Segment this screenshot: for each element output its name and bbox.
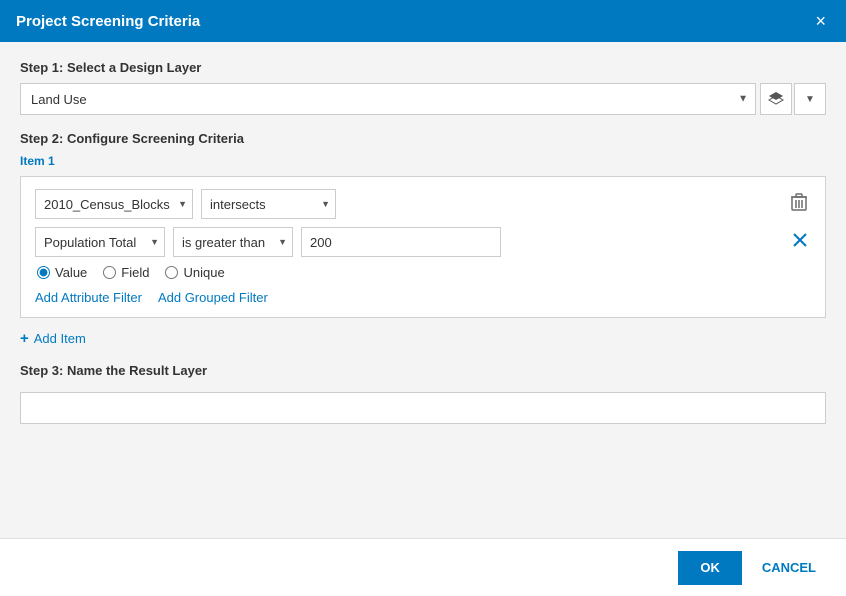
radio-field-label: Field [121, 265, 149, 280]
dialog: Project Screening Criteria × Step 1: Sel… [0, 0, 846, 596]
radio-unique-input[interactable] [165, 266, 178, 279]
radio-value-label: Value [55, 265, 87, 280]
ok-button[interactable]: OK [678, 551, 742, 585]
add-item-button[interactable]: + Add Item [20, 330, 86, 347]
operator-select-2[interactable]: is greater than is less than equals is n… [173, 227, 293, 257]
value-input[interactable] [301, 227, 501, 257]
radio-row: Value Field Unique [37, 265, 811, 280]
dialog-header: Project Screening Criteria × [0, 0, 846, 42]
add-attribute-filter-button[interactable]: Add Attribute Filter [35, 290, 142, 305]
filter-row-2: Population Total is greater than is less… [35, 227, 811, 257]
step3-section: Step 3: Name the Result Layer [20, 363, 826, 424]
step2-label: Step 2: Configure Screening Criteria [20, 131, 826, 146]
step3-label: Step 3: Name the Result Layer [20, 363, 826, 378]
step1-section: Step 1: Select a Design Layer Land Use P… [20, 60, 826, 115]
filter-row-1: 2010_Census_Blocks intersects does not i… [35, 189, 811, 219]
close-x-icon [793, 233, 807, 247]
item-label: Item 1 [20, 154, 826, 168]
radio-value[interactable]: Value [37, 265, 87, 280]
add-item-row: + Add Item [20, 330, 826, 347]
layer-select[interactable]: Land Use Parcels Roads [20, 83, 756, 115]
field-select-1[interactable]: 2010_Census_Blocks [35, 189, 193, 219]
field-select-2[interactable]: Population Total [35, 227, 165, 257]
field-select-wrapper-2: Population Total [35, 227, 165, 257]
field-select-wrapper-1: 2010_Census_Blocks [35, 189, 193, 219]
remove-filter-button[interactable] [789, 231, 811, 253]
radio-unique-label: Unique [183, 265, 224, 280]
step1-label: Step 1: Select a Design Layer [20, 60, 826, 75]
step1-row: Land Use Parcels Roads ▼ [20, 83, 826, 115]
add-grouped-filter-button[interactable]: Add Grouped Filter [158, 290, 268, 305]
trash-icon [791, 193, 807, 211]
layer-icon-group: ▼ [760, 83, 826, 115]
link-row: Add Attribute Filter Add Grouped Filter [35, 290, 811, 305]
dialog-title: Project Screening Criteria [16, 13, 200, 30]
operator-select-1[interactable]: intersects does not intersect [201, 189, 336, 219]
radio-field-input[interactable] [103, 266, 116, 279]
dialog-body: Step 1: Select a Design Layer Land Use P… [0, 42, 846, 538]
plus-icon: + [20, 330, 29, 347]
layers-icon [768, 91, 784, 107]
radio-unique[interactable]: Unique [165, 265, 224, 280]
layer-dropdown-btn[interactable]: ▼ [794, 83, 826, 115]
result-layer-input[interactable] [20, 392, 826, 424]
layer-select-wrapper: Land Use Parcels Roads [20, 83, 756, 115]
operator-select-wrapper-1: intersects does not intersect [201, 189, 336, 219]
dialog-footer: OK CANCEL [0, 538, 846, 596]
layers-icon-btn[interactable] [760, 83, 792, 115]
step2-section: Step 2: Configure Screening Criteria Ite… [20, 131, 826, 347]
radio-field[interactable]: Field [103, 265, 149, 280]
close-button[interactable]: × [811, 12, 830, 30]
delete-item-button[interactable] [787, 191, 811, 217]
item-container: 2010_Census_Blocks intersects does not i… [20, 176, 826, 318]
operator-select-wrapper-2: is greater than is less than equals is n… [173, 227, 293, 257]
add-item-label: Add Item [34, 331, 86, 346]
cancel-button[interactable]: CANCEL [752, 551, 826, 585]
radio-value-input[interactable] [37, 266, 50, 279]
chevron-down-icon: ▼ [805, 94, 815, 105]
